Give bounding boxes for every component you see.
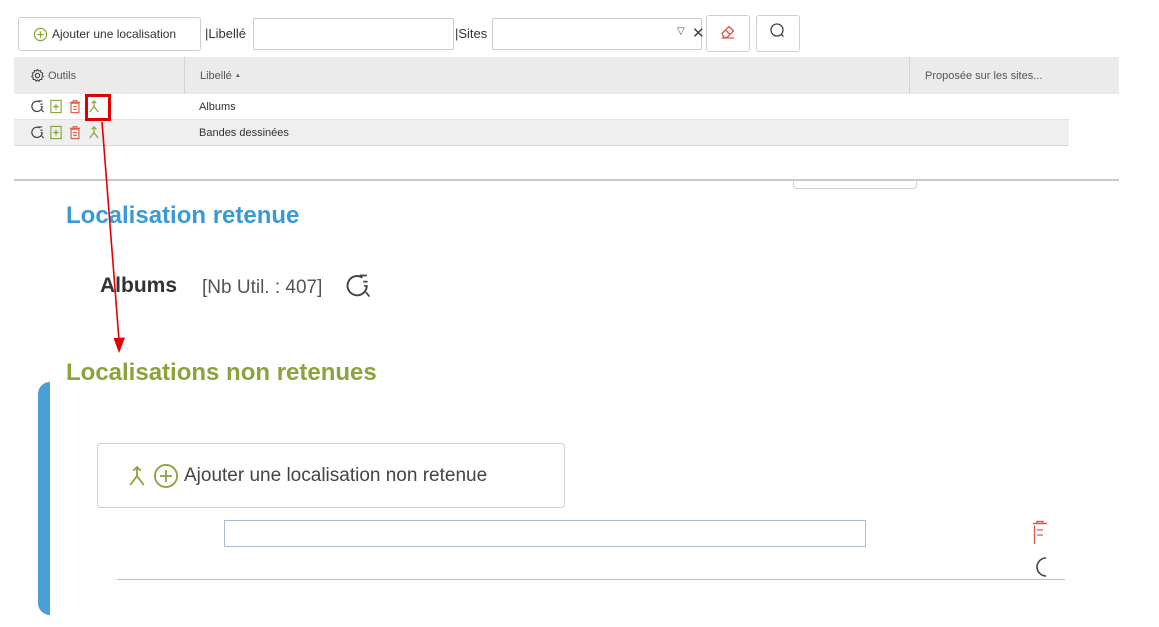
section-title-non-retenues: Localisations non retenues: [66, 359, 377, 386]
history-icon[interactable]: [344, 272, 372, 305]
row-tools: [29, 124, 102, 141]
trash-icon[interactable]: [67, 98, 83, 115]
panel-divider: [14, 179, 1119, 181]
trash-icon[interactable]: [1032, 520, 1048, 551]
history-icon[interactable]: [29, 124, 45, 141]
section-title-retenue: Localisation retenue: [66, 202, 300, 229]
column-divider: [184, 57, 185, 94]
trash-icon[interactable]: [67, 124, 83, 141]
search-icon: [769, 22, 787, 45]
add-non-retenue-button[interactable]: Ajouter une localisation non retenue: [97, 443, 565, 508]
plus-circle-icon: [153, 463, 179, 489]
history-icon[interactable]: [29, 98, 45, 115]
panel-tab-edge: [793, 179, 917, 189]
libelle-filter-input[interactable]: [253, 18, 454, 50]
search-button[interactable]: [756, 15, 800, 52]
libelle-filter-label: |Libellé: [205, 26, 246, 41]
clear-icon[interactable]: ✕: [692, 24, 705, 42]
add-document-icon[interactable]: [48, 124, 64, 141]
non-retenue-input[interactable]: [224, 520, 866, 547]
retenue-usage-count: [Nb Util. : 407]: [202, 277, 323, 298]
grid-header: Outils Libellé ▲ Proposée sur les sites.…: [14, 57, 1119, 94]
merge-icon[interactable]: [86, 124, 102, 141]
column-header-proposee[interactable]: Proposée sur les sites...: [925, 57, 1042, 94]
retenue-name: Albums: [100, 274, 178, 297]
section-accent-bar: [38, 382, 50, 615]
column-header-outils[interactable]: Outils: [30, 57, 76, 94]
table-row[interactable]: Albums: [14, 94, 1069, 120]
sites-filter-input[interactable]: [492, 18, 702, 50]
non-retenue-divider: [117, 579, 1065, 580]
add-non-retenue-label: Ajouter une localisation non retenue: [184, 464, 488, 486]
chevron-down-icon[interactable]: ▽: [677, 26, 685, 37]
table-row[interactable]: Bandes dessinées: [14, 120, 1069, 146]
row-libelle: Bandes dessinées: [199, 127, 289, 139]
plus-circle-icon: [33, 27, 48, 42]
add-document-icon[interactable]: [48, 98, 64, 115]
column-header-libelle[interactable]: Libellé ▲: [200, 57, 241, 94]
add-localisation-button[interactable]: Ajouter une localisation: [18, 17, 201, 51]
sites-filter-label: |Sites: [455, 26, 488, 41]
add-localisation-label: Ajouter une localisation: [52, 27, 177, 41]
sort-asc-icon: ▲: [234, 72, 241, 79]
row-libelle: Albums: [199, 101, 236, 113]
merge-icon: [126, 464, 148, 488]
eraser-icon: [719, 22, 737, 45]
column-libelle-label: Libellé: [200, 69, 232, 82]
gear-icon: [30, 68, 45, 83]
column-outils-label: Outils: [48, 69, 77, 82]
column-divider: [909, 57, 910, 94]
reset-filters-button[interactable]: [706, 15, 750, 52]
column-proposee-label: Proposée sur les sites...: [925, 69, 1043, 82]
merge-icon-highlight: [85, 94, 111, 121]
